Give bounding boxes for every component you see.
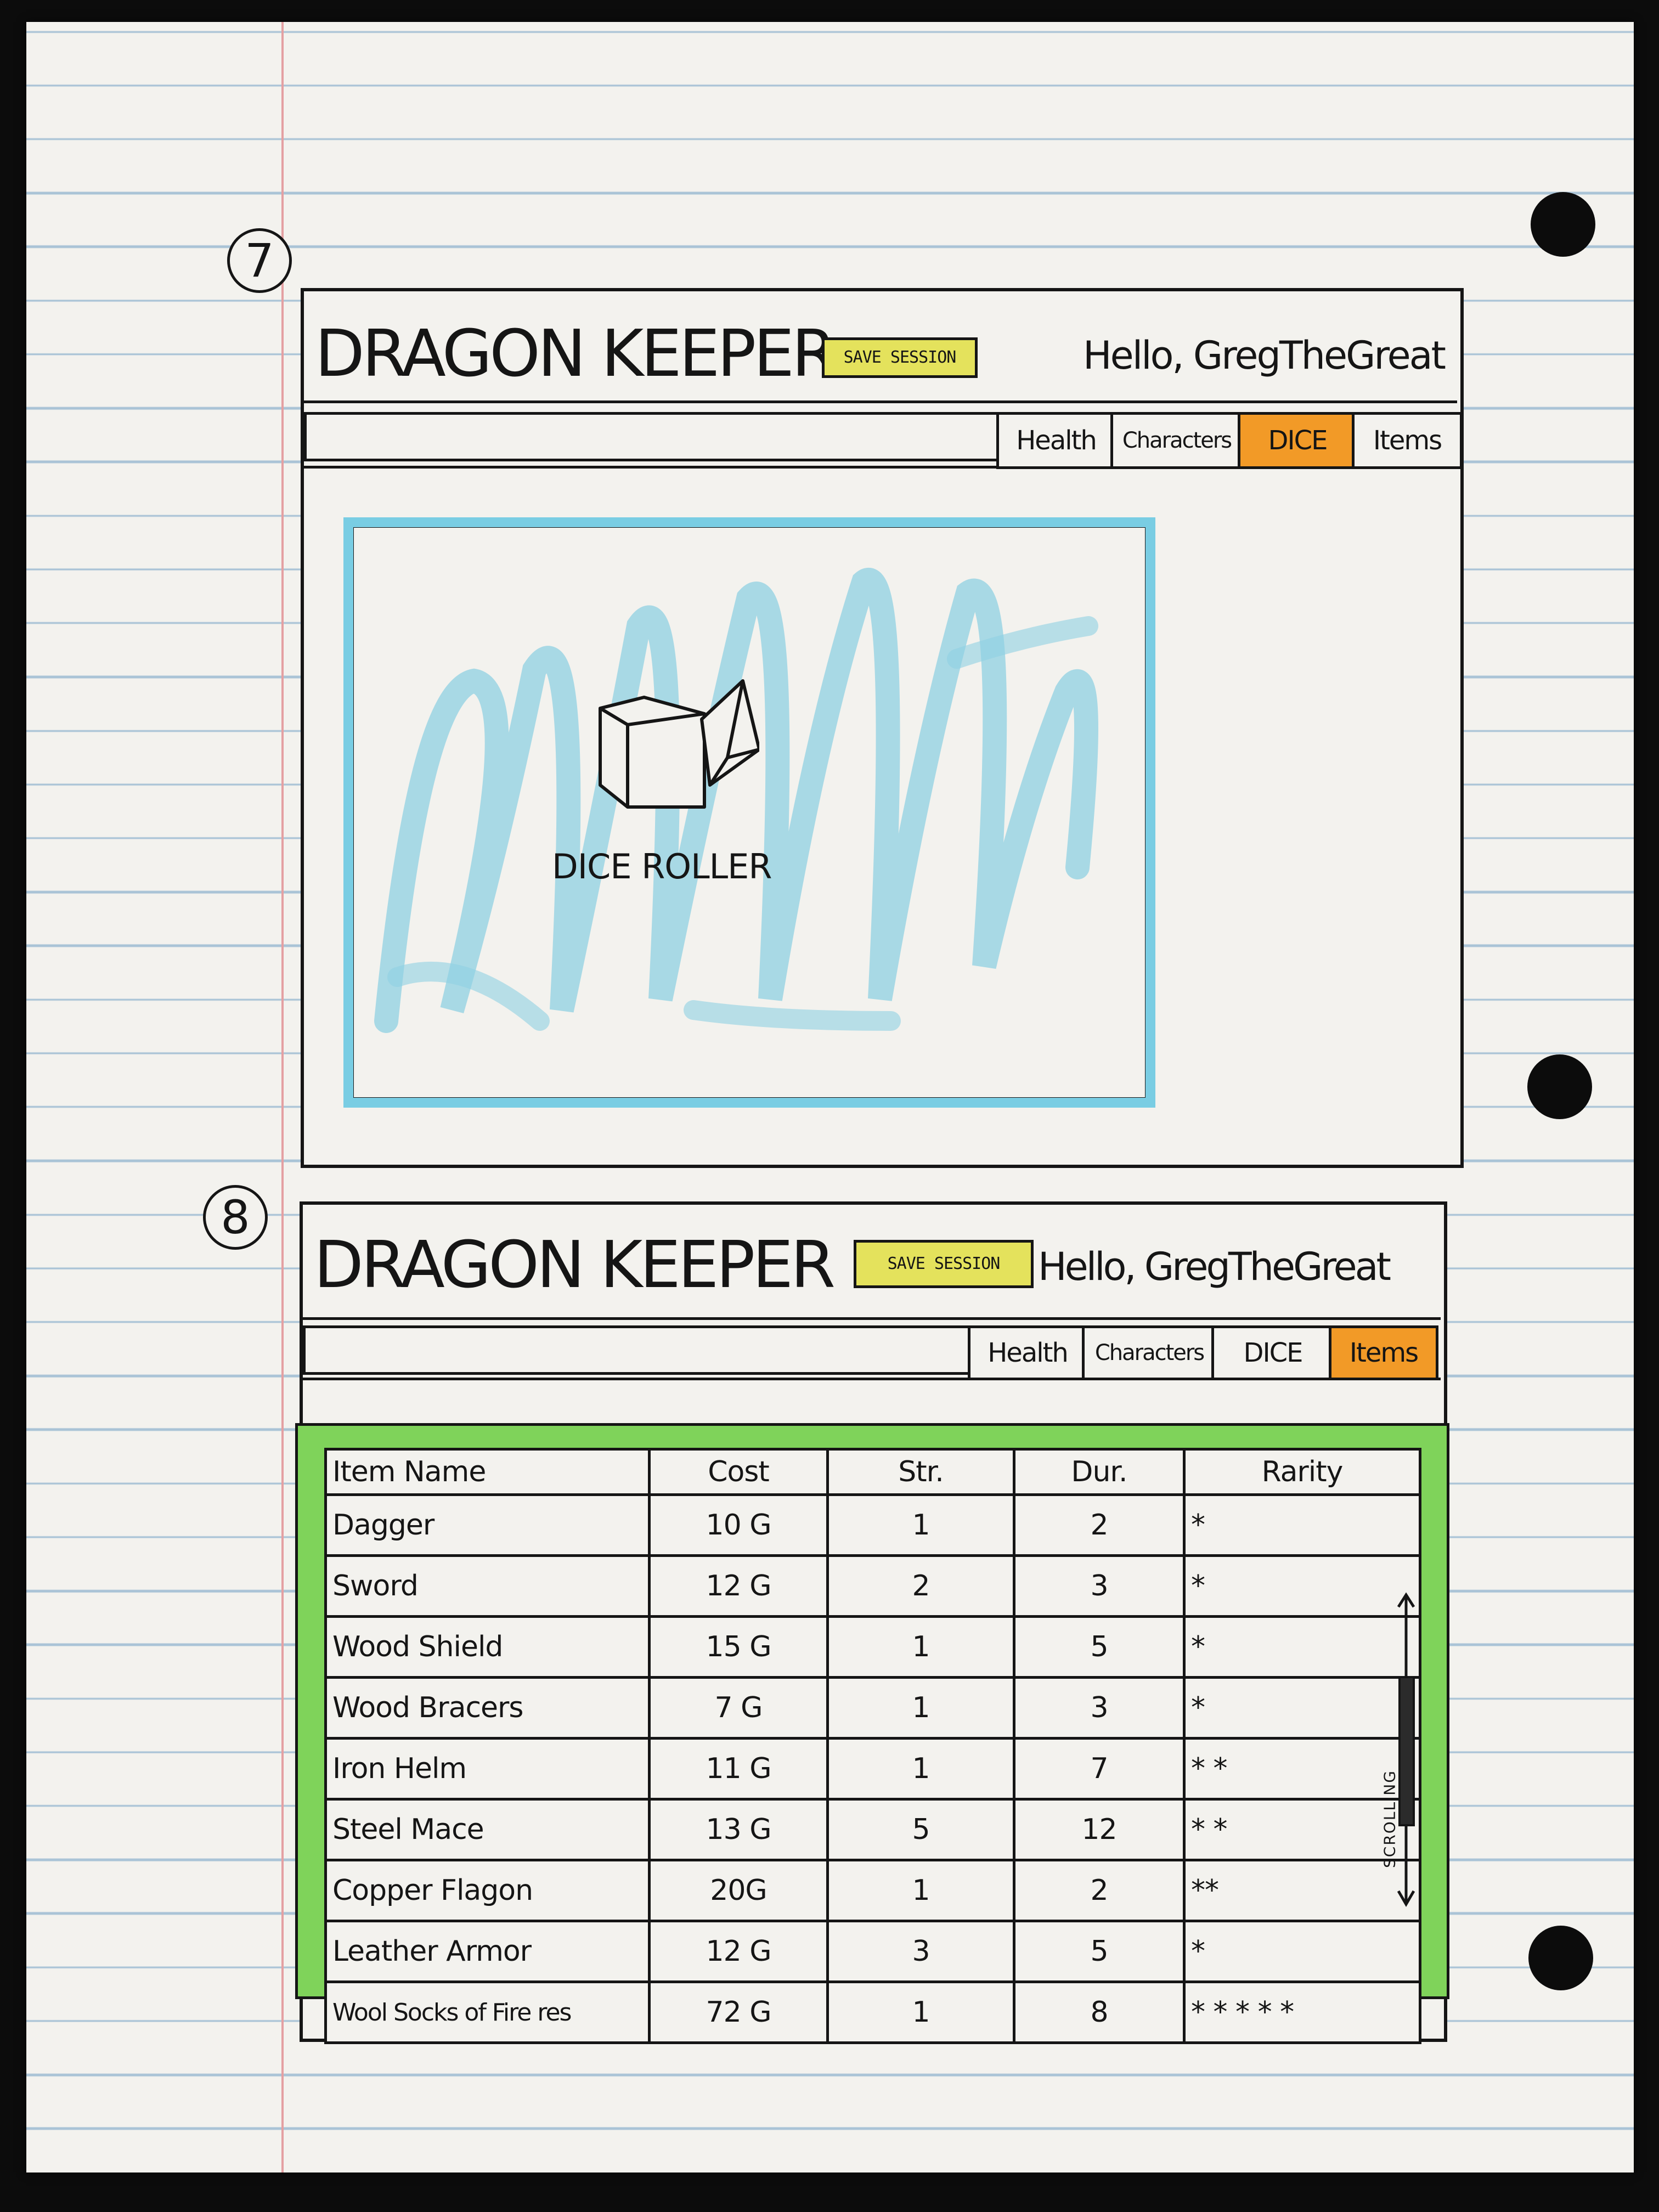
items-table-panel: Item Name Cost Str. Dur. Rarity Dagger 1… [295, 1423, 1449, 2044]
header-divider [304, 400, 1457, 403]
app-title: DRAGON KEEPER [314, 1227, 836, 1302]
item-name-cell: Dagger [324, 1493, 651, 1557]
rarity-cell: * * * * * [1183, 1980, 1421, 2044]
column-header-dur[interactable]: Dur. [1013, 1448, 1186, 1496]
str-cell: 1 [826, 1493, 1015, 1557]
cost-cell: 11 G [648, 1737, 829, 1801]
rarity-cell: * [1183, 1676, 1421, 1740]
cost-cell: 7 G [648, 1676, 829, 1740]
dur-cell: 8 [1013, 1980, 1186, 2044]
punch-hole [1527, 1054, 1592, 1119]
table-header-row: Item Name Cost Str. Dur. Rarity [324, 1448, 1421, 1496]
str-cell: 1 [826, 1859, 1015, 1922]
column-header-str[interactable]: Str. [826, 1448, 1015, 1496]
str-cell: 1 [826, 1615, 1015, 1679]
str-cell: 3 [826, 1920, 1015, 1983]
tab-items[interactable]: Items [1352, 412, 1463, 469]
str-cell: 1 [826, 1737, 1015, 1801]
cost-cell: 72 G [648, 1980, 829, 2044]
search-bar[interactable] [304, 412, 1001, 461]
cost-cell: 10 G [648, 1493, 829, 1557]
tab-dice[interactable]: DICE [1211, 1325, 1331, 1380]
wireframe-8: DRAGON KEEPER SAVE SESSION Hello, GregTh… [295, 1201, 1449, 2044]
item-name-cell: Wood Bracers [324, 1676, 651, 1740]
cost-cell: 12 G [648, 1920, 829, 1983]
str-cell: 1 [826, 1676, 1015, 1740]
wireframe-7: DRAGON KEEPER SAVE SESSION Hello, GregTh… [301, 288, 1464, 1168]
str-cell: 5 [826, 1798, 1015, 1861]
table-row[interactable]: Leather Armor 12 G 3 5 * [324, 1920, 1421, 1983]
punch-hole [1528, 1926, 1593, 1990]
sketch-number-8: 8 [203, 1185, 268, 1250]
greeting-text: Hello, GregTheGreat [1083, 333, 1446, 378]
items-table: Item Name Cost Str. Dur. Rarity Dagger 1… [324, 1448, 1421, 2044]
item-name-cell: Steel Mace [324, 1798, 651, 1861]
dur-cell: 12 [1013, 1798, 1186, 1861]
table-row[interactable]: Wood Shield 15 G 1 5 * [324, 1615, 1421, 1679]
punch-hole [1531, 192, 1595, 257]
save-session-button[interactable]: SAVE SESSION [822, 337, 978, 378]
dur-cell: 5 [1013, 1615, 1186, 1679]
dur-cell: 5 [1013, 1920, 1186, 1983]
rarity-cell: * [1183, 1493, 1421, 1557]
cost-cell: 12 G [648, 1554, 829, 1618]
app-title: DRAGON KEEPER [315, 315, 837, 391]
tab-health[interactable]: Health [996, 412, 1113, 469]
save-session-button[interactable]: SAVE SESSION [854, 1240, 1034, 1288]
column-header-cost[interactable]: Cost [648, 1448, 829, 1496]
item-name-cell: Leather Armor [324, 1920, 651, 1983]
scrolling-annotation: SCROLLING [1380, 1770, 1399, 1868]
rarity-cell: * [1183, 1920, 1421, 1983]
table-row[interactable]: Iron Helm 11 G 1 7 * * [324, 1737, 1421, 1801]
header-divider [303, 1317, 1441, 1320]
search-bar[interactable] [303, 1325, 972, 1375]
item-name-cell: Copper Flagon [324, 1859, 651, 1922]
dice-roller-label: DICE ROLLER [552, 847, 772, 887]
dice-icon [599, 679, 759, 809]
dur-cell: 7 [1013, 1737, 1186, 1801]
table-row[interactable]: Copper Flagon 20G 1 2 ** [324, 1859, 1421, 1922]
notebook-page: 7 DRAGON KEEPER SAVE SESSION Hello, Greg… [26, 22, 1634, 2172]
table-row[interactable]: Wood Bracers 7 G 1 3 * [324, 1676, 1421, 1740]
table-row[interactable]: Sword 12 G 2 3 * [324, 1554, 1421, 1618]
tab-characters[interactable]: Characters [1110, 412, 1240, 469]
item-name-cell: Wool Socks of Fire res [324, 1980, 651, 2044]
sketch-number-7: 7 [227, 228, 292, 293]
cost-cell: 15 G [648, 1615, 829, 1679]
dice-roller-panel[interactable]: DICE ROLLER [343, 517, 1155, 1108]
tab-characters[interactable]: Characters [1082, 1325, 1214, 1380]
margin-line [281, 22, 284, 2172]
rarity-cell: * [1183, 1615, 1421, 1679]
cost-cell: 13 G [648, 1798, 829, 1861]
table-row[interactable]: Steel Mace 13 G 5 12 * * [324, 1798, 1421, 1861]
str-cell: 2 [826, 1554, 1015, 1618]
dur-cell: 3 [1013, 1676, 1186, 1740]
item-name-cell: Wood Shield [324, 1615, 651, 1679]
scroll-thumb [1398, 1676, 1415, 1826]
tab-health[interactable]: Health [968, 1325, 1085, 1380]
table-row[interactable]: Wool Socks of Fire res 72 G 1 8 * * * * … [324, 1980, 1421, 2044]
dur-cell: 3 [1013, 1554, 1186, 1618]
tab-dice[interactable]: DICE [1238, 412, 1355, 469]
cost-cell: 20G [648, 1859, 829, 1922]
column-header-rarity[interactable]: Rarity [1183, 1448, 1421, 1496]
item-name-cell: Iron Helm [324, 1737, 651, 1801]
dur-cell: 2 [1013, 1859, 1186, 1922]
tab-items[interactable]: Items [1329, 1325, 1438, 1380]
table-row[interactable]: Dagger 10 G 1 2 * [324, 1493, 1421, 1557]
column-header-item-name[interactable]: Item Name [324, 1448, 651, 1496]
str-cell: 1 [826, 1980, 1015, 2044]
item-name-cell: Sword [324, 1554, 651, 1618]
dur-cell: 2 [1013, 1493, 1186, 1557]
greeting-text: Hello, GregTheGreat [1038, 1244, 1391, 1289]
rarity-cell: * [1183, 1554, 1421, 1618]
